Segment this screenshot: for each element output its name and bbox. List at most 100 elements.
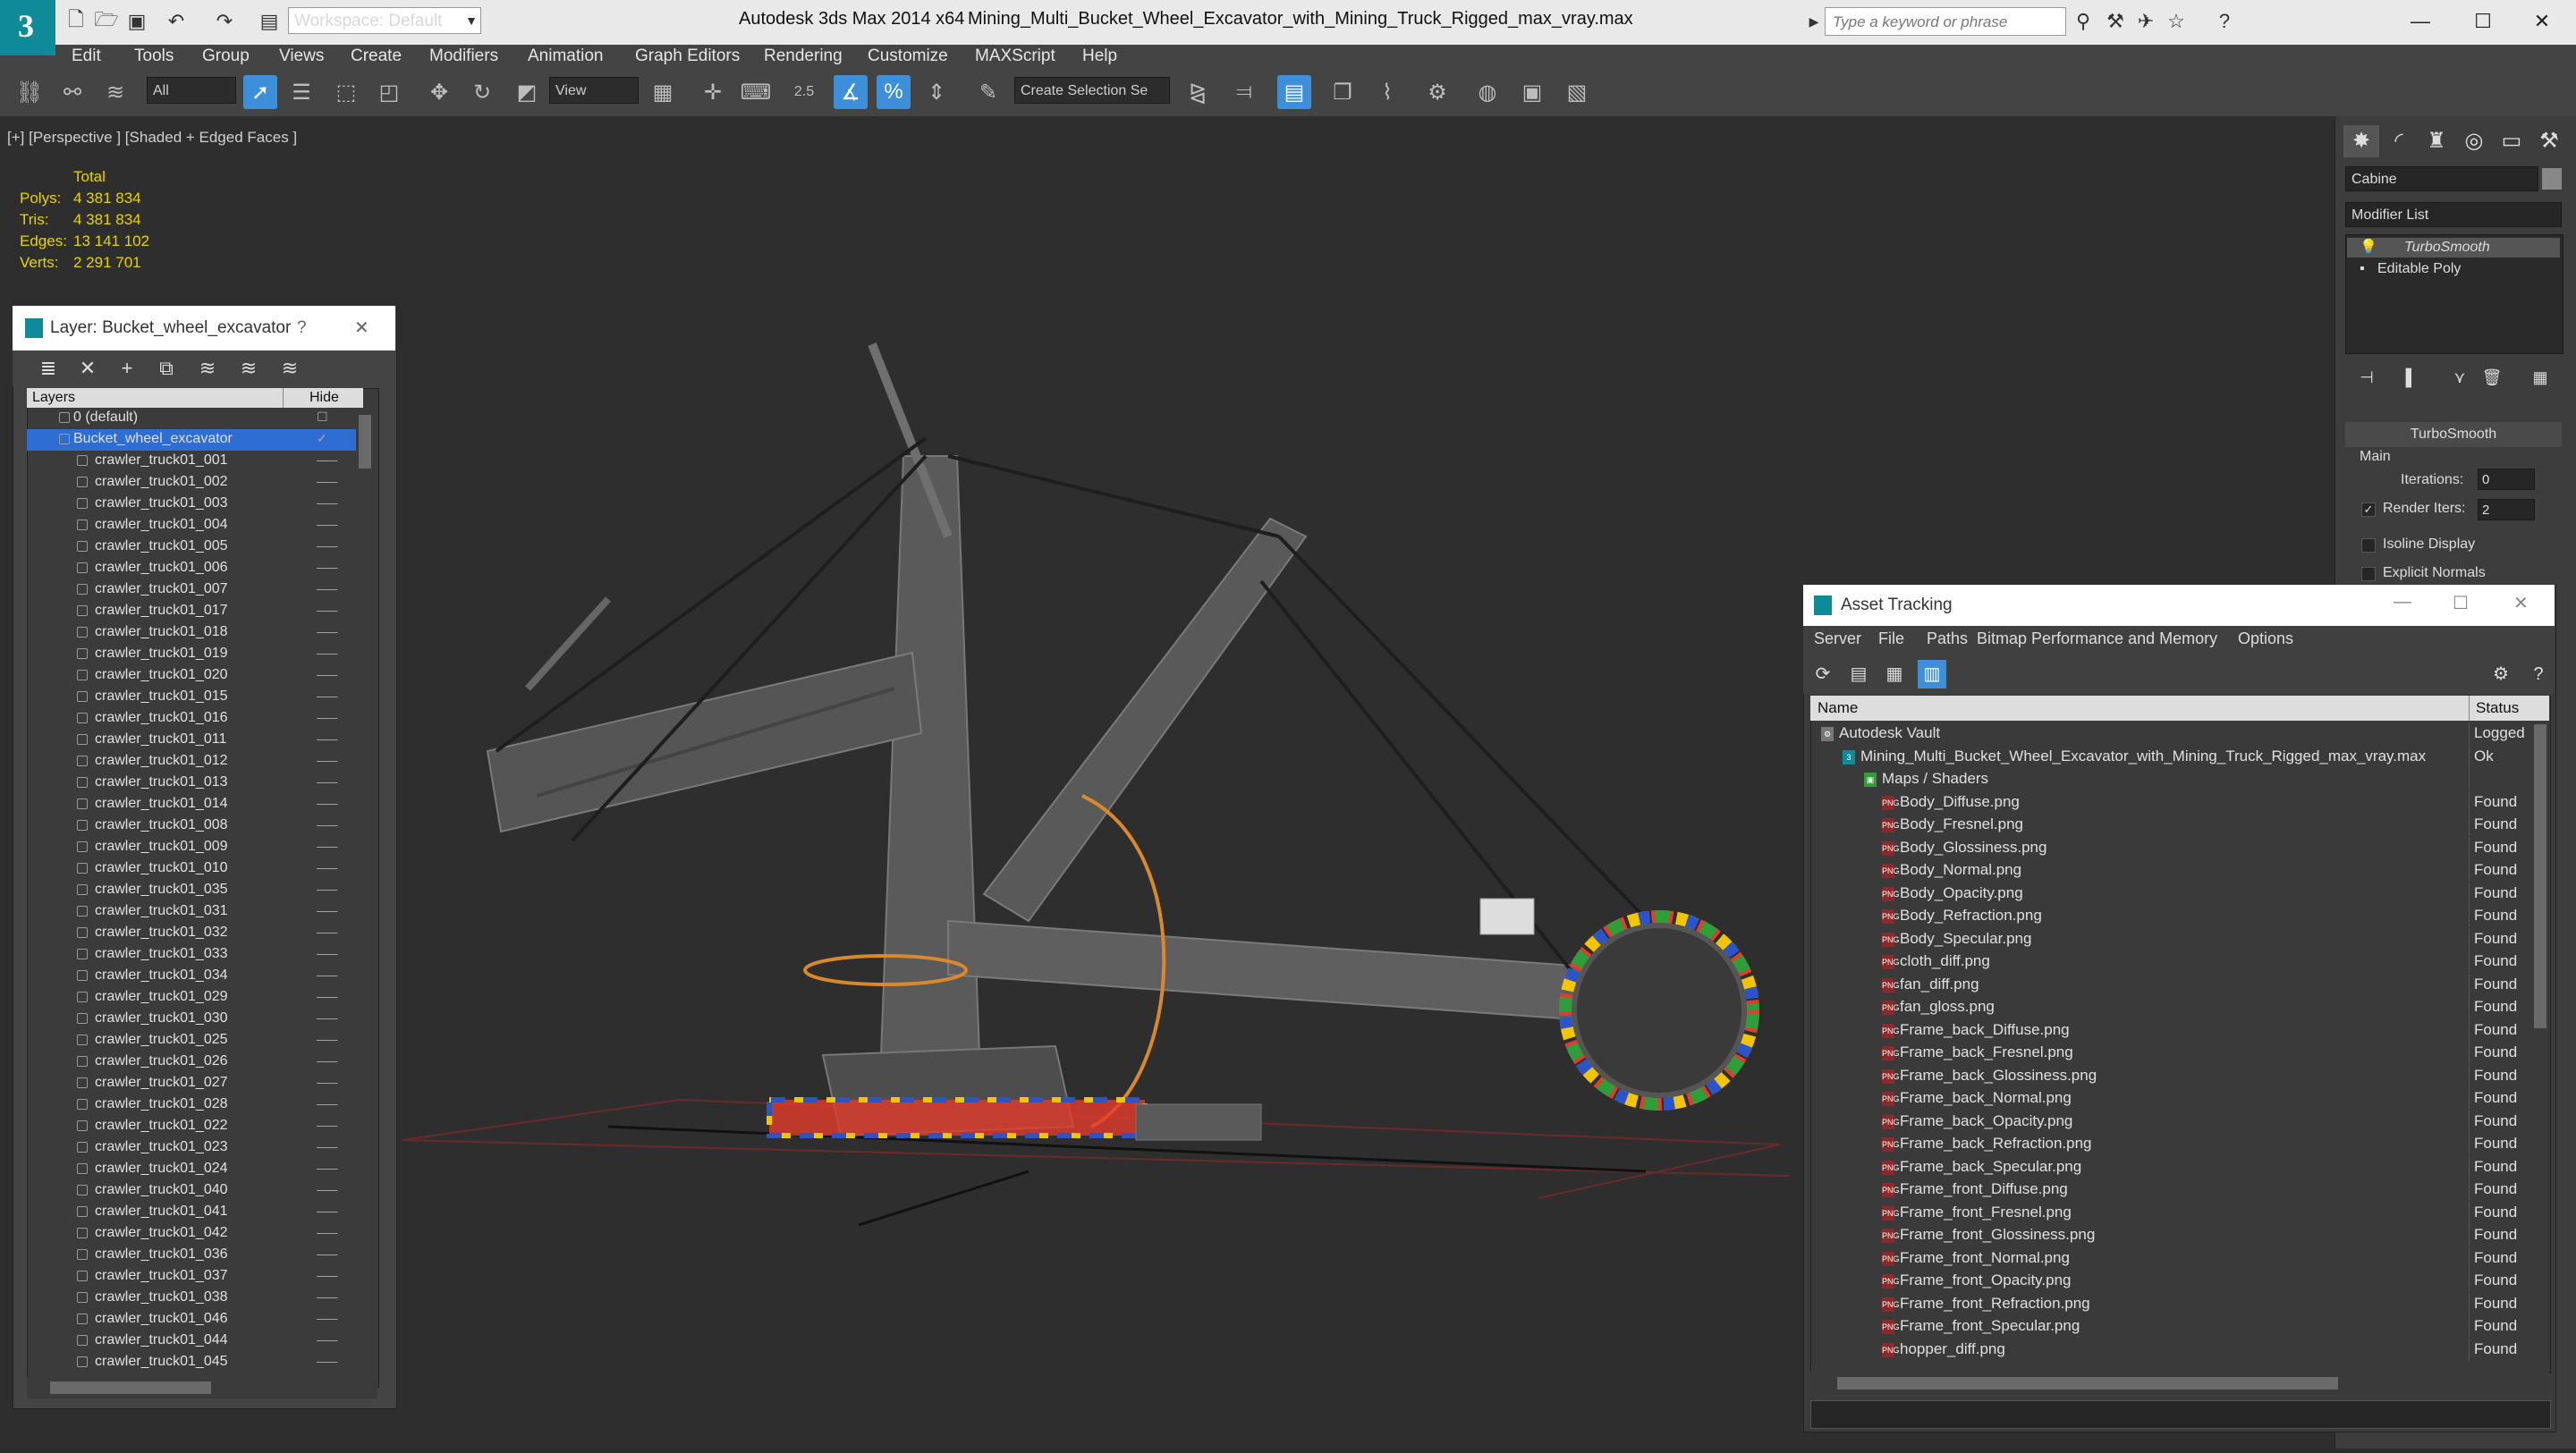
menu-graph-editors[interactable]: Graph Editors — [635, 46, 740, 66]
asset-row[interactable]: PNG Frame_front_Normal.png Found — [1810, 1246, 2549, 1270]
refresh-icon[interactable]: ⟳ — [1809, 660, 1837, 688]
binoculars-icon[interactable]: ⚲ — [2070, 9, 2097, 34]
layer-row[interactable]: crawler_truck01_042 ––– — [27, 1223, 365, 1245]
asset-row[interactable]: PNG fan_gloss.png Found — [1810, 996, 2549, 1018]
asset-row[interactable]: PNG cloth_diff.png Found — [1810, 950, 2549, 973]
select-and-rotate-icon[interactable]: ↻ — [465, 75, 499, 109]
hide-toggle-icon[interactable]: ––– — [317, 452, 337, 467]
material-editor-icon[interactable]: ◍ — [1470, 75, 1504, 109]
hide-toggle-icon[interactable]: ––– — [317, 946, 337, 960]
toggle-layer-explorer-icon[interactable]: ❐ — [1326, 75, 1360, 109]
scroll-thumb[interactable] — [1837, 1377, 2338, 1390]
bind-space-warp-icon[interactable]: ≋ — [98, 75, 132, 109]
window-crossing-icon[interactable]: ◰ — [372, 75, 406, 109]
lightbulb-icon[interactable]: 💡 — [2360, 238, 2377, 256]
layer-row[interactable]: 0 (default) ☐ — [27, 408, 365, 429]
app-menu-logo-icon[interactable] — [0, 0, 55, 55]
asset-row[interactable]: PNG Body_Normal.png Found — [1810, 859, 2549, 882]
display-tab-icon[interactable]: ▭ — [2494, 125, 2529, 157]
menu-group[interactable]: Group — [202, 46, 250, 66]
rollout-turbosmooth[interactable]: TurboSmooth — [2345, 422, 2562, 447]
show-end-result-icon[interactable]: ▌ — [2394, 361, 2429, 393]
layer-row[interactable]: crawler_truck01_007 ––– — [27, 579, 365, 601]
layer-vertical-scrollbar[interactable] — [356, 408, 374, 1375]
hide-toggle-icon[interactable]: ––– — [317, 667, 337, 681]
render-iters-spinner[interactable]: 2 — [2478, 499, 2535, 520]
layer-row[interactable]: crawler_truck01_020 ––– — [27, 665, 365, 687]
layer-row[interactable]: crawler_truck01_002 ––– — [27, 472, 365, 494]
remove-modifier-icon[interactable]: 🗑 — [2474, 361, 2510, 393]
asset-row[interactable]: PNG Frame_back_Glossiness.png Found — [1810, 1064, 2549, 1087]
active-layer-check-icon[interactable]: ✓ — [317, 431, 327, 446]
layer-row[interactable]: crawler_truck01_018 ––– — [27, 622, 365, 644]
layer-row[interactable]: crawler_truck01_032 ––– — [27, 923, 365, 944]
layer-row[interactable]: crawler_truck01_001 ––– — [27, 451, 365, 472]
layer-row[interactable]: crawler_truck01_025 ––– — [27, 1030, 365, 1052]
layer-row[interactable]: crawler_truck01_038 ––– — [27, 1288, 365, 1309]
close-icon[interactable]: ✕ — [2524, 5, 2560, 38]
hide-toggle-icon[interactable]: ––– — [317, 1289, 337, 1304]
layer-row[interactable]: crawler_truck01_045 ––– — [27, 1352, 365, 1373]
communication-icon[interactable]: ✈ — [2132, 9, 2159, 34]
curve-editor-icon[interactable]: ⌇ — [1370, 75, 1404, 109]
pin-stack-icon[interactable]: ⊣ — [2349, 361, 2385, 393]
project-folder-icon[interactable]: ▤ — [256, 9, 283, 34]
asset-menu-paths[interactable]: Paths — [1927, 629, 1968, 648]
selection-filter-dropdown[interactable]: All — [147, 77, 236, 104]
unlink-icon[interactable]: ⚯ — [55, 75, 89, 109]
asset-row[interactable]: PNG Body_Glossiness.png Found — [1810, 836, 2549, 859]
layer-row[interactable]: crawler_truck01_030 ––– — [27, 1009, 365, 1030]
select-by-name-icon[interactable]: ☰ — [284, 75, 318, 109]
menu-tools[interactable]: Tools — [134, 46, 174, 66]
make-unique-icon[interactable]: ⋎ — [2442, 361, 2478, 393]
hide-toggle-icon[interactable]: ––– — [317, 1311, 337, 1325]
hide-toggle-icon[interactable]: ––– — [317, 1032, 337, 1046]
col-hide[interactable]: Hide — [309, 390, 339, 406]
render-iters-checkbox[interactable]: ✓ — [2361, 503, 2376, 517]
menu-views[interactable]: Views — [279, 46, 324, 66]
hide-toggle-icon[interactable]: ––– — [317, 817, 337, 832]
menu-maxscript[interactable]: MAXScript — [975, 46, 1055, 66]
layer-row[interactable]: crawler_truck01_013 ––– — [27, 773, 365, 794]
asset-row[interactable]: PNG Frame_back_Fresnel.png Found — [1810, 1042, 2549, 1064]
hide-toggle-icon[interactable]: ––– — [317, 753, 337, 767]
align-icon[interactable]: ⫤ — [1227, 75, 1261, 109]
chevron-right-icon[interactable]: ▶ — [1805, 7, 1823, 36]
layer-row[interactable]: crawler_truck01_011 ––– — [27, 730, 365, 751]
close-icon[interactable]: ✕ — [354, 317, 369, 339]
subscription-icon[interactable]: ⚒ — [2102, 9, 2129, 34]
angle-snap-icon[interactable]: ∡ — [834, 75, 868, 109]
list-view-icon[interactable]: ▤ — [1844, 660, 1873, 688]
named-selection-dropdown[interactable]: Create Selection Se — [1014, 77, 1170, 104]
layer-row[interactable]: crawler_truck01_044 ––– — [27, 1331, 365, 1352]
hide-toggle-icon[interactable]: ––– — [317, 967, 337, 982]
hide-toggle-icon[interactable]: ––– — [317, 903, 337, 917]
maximize-icon[interactable]: ☐ — [2465, 5, 2501, 38]
hide-toggle-icon[interactable]: ☐ — [317, 410, 328, 425]
object-color-swatch[interactable] — [2542, 168, 2562, 190]
layer-row[interactable]: crawler_truck01_023 ––– — [27, 1137, 365, 1159]
add-to-layer-icon[interactable]: + — [111, 354, 143, 383]
favorites-star-icon[interactable]: ☆ — [2163, 9, 2190, 34]
layer-row[interactable]: crawler_truck01_029 ––– — [27, 987, 365, 1009]
hide-toggle-icon[interactable]: ––– — [317, 1268, 337, 1282]
hide-toggle-icon[interactable]: ––– — [317, 603, 337, 617]
table-view-icon[interactable]: ▦ — [1880, 660, 1909, 688]
layer-row[interactable]: crawler_truck01_040 ––– — [27, 1180, 365, 1202]
menu-edit[interactable]: Edit — [72, 46, 101, 66]
hide-toggle-icon[interactable]: ––– — [317, 1354, 337, 1368]
layer-row[interactable]: crawler_truck01_036 ––– — [27, 1245, 365, 1266]
chevron-down-icon[interactable]: ▼ — [462, 7, 481, 34]
select-and-link-icon[interactable]: ⛓ — [13, 75, 47, 109]
asset-row[interactable]: PNG Frame_back_Normal.png Found — [1810, 1087, 2549, 1110]
layer-row[interactable]: crawler_truck01_012 ––– — [27, 751, 365, 773]
hide-toggle-icon[interactable]: ––– — [317, 1118, 337, 1132]
hide-toggle-icon[interactable]: ––– — [317, 560, 337, 574]
reference-coordinate-dropdown[interactable]: View — [549, 77, 639, 104]
edit-named-selection-icon[interactable]: ✎ — [971, 75, 1005, 109]
hide-toggle-icon[interactable]: ––– — [317, 1204, 337, 1218]
hide-toggle-icon[interactable]: ––– — [317, 581, 337, 596]
asset-row[interactable]: PNG Frame_front_Refraction.png Found — [1810, 1292, 2549, 1315]
asset-row[interactable]: PNG Body_Diffuse.png Found — [1810, 790, 2549, 814]
asset-row[interactable]: ▣ Maps / Shaders — [1810, 768, 2549, 790]
